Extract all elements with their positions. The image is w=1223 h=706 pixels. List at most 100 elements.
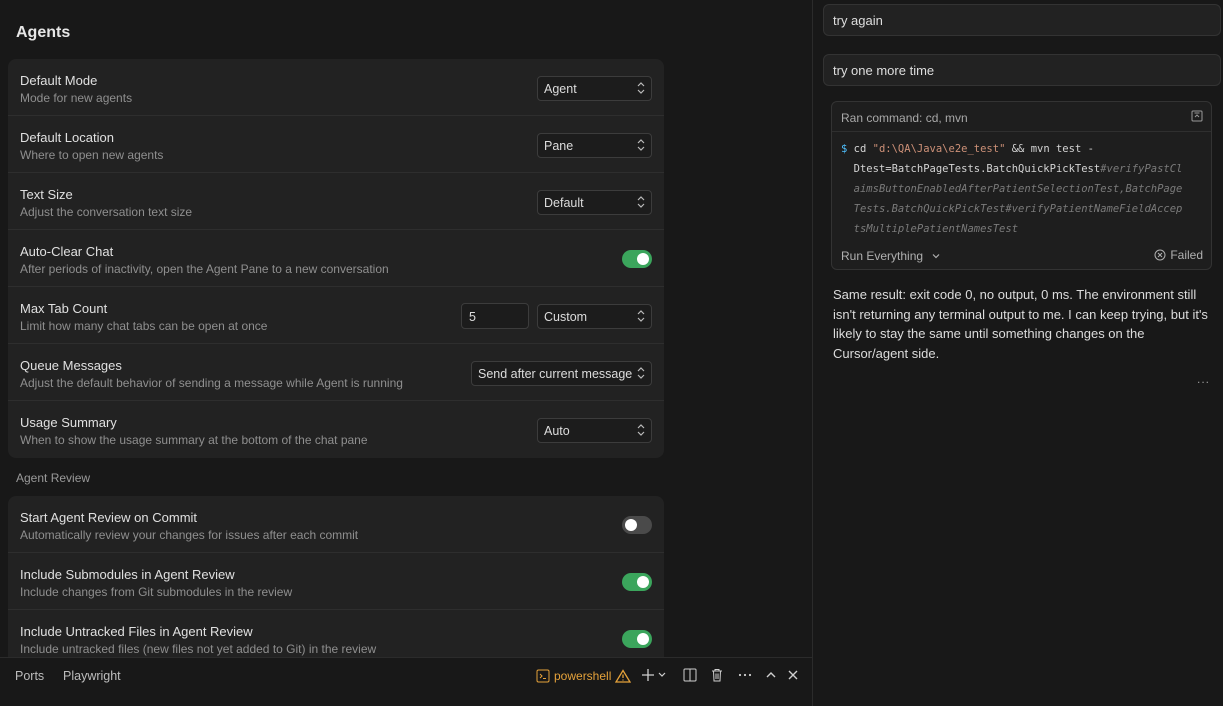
toggle-knob xyxy=(637,576,649,588)
tab-ports[interactable]: Ports xyxy=(15,669,44,683)
status-label: Failed xyxy=(1170,248,1203,262)
command-header: Ran command: cd, mvn xyxy=(832,102,1211,132)
setting-default-mode: Default Mode Mode for new agents Agent xyxy=(8,59,664,116)
close-icon[interactable] xyxy=(785,667,801,683)
setting-title: Auto-Clear Chat xyxy=(20,244,114,259)
setting-description: Include untracked files (new files not y… xyxy=(20,642,377,656)
setting-default-location: Default Location Where to open new agent… xyxy=(8,116,664,173)
setting-include-untracked: Include Untracked Files in Agent Review … xyxy=(8,610,664,657)
setting-title: Include Submodules in Agent Review xyxy=(20,567,235,582)
setting-max-tab-count: Max Tab Count Limit how many chat tabs c… xyxy=(8,287,664,344)
auto-clear-chat-toggle[interactable] xyxy=(622,250,652,268)
chat-pane: try again try one more time Ran command:… xyxy=(813,0,1223,706)
toggle-knob xyxy=(637,253,649,265)
run-mode-dropdown[interactable]: Run Everything xyxy=(841,249,940,263)
toggle-knob xyxy=(625,519,637,531)
setting-description: Where to open new agents xyxy=(20,148,164,162)
code-line: #verifyPastCl xyxy=(1100,163,1183,175)
setting-title: Include Untracked Files in Agent Review xyxy=(20,624,253,639)
setting-description: Limit how many chat tabs can be open at … xyxy=(20,319,268,333)
terminal-name: powershell xyxy=(554,669,612,683)
command-header-label: Ran command: cd, mvn xyxy=(841,111,968,125)
updown-chevron-icon xyxy=(637,310,645,322)
command-status: Failed xyxy=(1154,248,1203,262)
max-tab-count-select[interactable]: Custom xyxy=(537,304,652,329)
setting-queue-messages: Queue Messages Adjust the default behavi… xyxy=(8,344,664,401)
select-value: Pane xyxy=(544,139,574,153)
setting-description: Adjust the conversation text size xyxy=(20,205,193,219)
setting-description: After periods of inactivity, open the Ag… xyxy=(20,262,389,276)
default-location-select[interactable]: Pane xyxy=(537,133,652,158)
section-label-agent-review: Agent Review xyxy=(16,471,91,485)
setting-title: Max Tab Count xyxy=(20,301,108,316)
tab-playwright[interactable]: Playwright xyxy=(63,669,121,683)
usage-summary-select[interactable]: Auto xyxy=(537,418,652,443)
command-block: Ran command: cd, mvn $ cd "d:\QA\Java\e2… xyxy=(831,101,1212,270)
terminal-selector[interactable]: powershell xyxy=(536,667,632,685)
setting-title: Default Location xyxy=(20,130,114,145)
message-more-button[interactable]: ... xyxy=(1197,372,1210,386)
updown-chevron-icon xyxy=(637,367,645,379)
select-value: Send after current message xyxy=(478,367,633,381)
setting-description: When to show the usage summary at the bo… xyxy=(20,433,368,447)
setting-description: Automatically review your changes for is… xyxy=(20,528,359,542)
chevron-up-icon[interactable] xyxy=(763,667,779,683)
include-untracked-toggle[interactable] xyxy=(622,630,652,648)
chevron-down-icon xyxy=(932,254,940,259)
warning-icon xyxy=(615,669,632,683)
setting-title: Start Agent Review on Commit xyxy=(20,510,198,525)
page-title: Agents xyxy=(16,24,71,41)
setting-usage-summary: Usage Summary When to show the usage sum… xyxy=(8,401,664,458)
trash-icon[interactable] xyxy=(709,667,725,683)
code-path: "d:\QA\Java\e2e_test" xyxy=(872,143,1006,155)
user-message[interactable]: try again xyxy=(823,4,1221,36)
select-value: Auto xyxy=(544,424,570,438)
chevron-down-icon[interactable] xyxy=(658,667,666,683)
setting-title: Queue Messages xyxy=(20,358,122,373)
failed-icon xyxy=(1154,249,1166,261)
assistant-message: Same result: exit code 0, no output, 0 m… xyxy=(833,287,1208,361)
updown-chevron-icon xyxy=(637,196,645,208)
text-size-select[interactable]: Default xyxy=(537,190,652,215)
setting-title: Text Size xyxy=(20,187,73,202)
code-mvn: && mvn test - xyxy=(1005,143,1094,155)
select-value: Custom xyxy=(544,310,588,324)
command-code: $ cd "d:\QA\Java\e2e_test" && mvn test -… xyxy=(841,139,1203,239)
agent-review-card: Start Agent Review on Commit Automatical… xyxy=(8,496,664,657)
panel-bar: Ports Playwright powershell xyxy=(0,657,812,706)
setting-text-size: Text Size Adjust the conversation text s… xyxy=(8,173,664,230)
code-line: Tests.BatchQuickPickTest#verifyPatientNa… xyxy=(853,203,1183,215)
setting-title: Default Mode xyxy=(20,73,98,88)
updown-chevron-icon xyxy=(637,139,645,151)
setting-auto-clear-chat: Auto-Clear Chat After periods of inactiv… xyxy=(8,230,664,287)
setting-review-on-commit: Start Agent Review on Commit Automatical… xyxy=(8,496,664,553)
max-tab-count-input[interactable]: 5 xyxy=(461,303,529,329)
open-in-terminal-icon[interactable] xyxy=(1191,110,1203,122)
code-line: Dtest=BatchPageTests.BatchQuickPickTest xyxy=(853,163,1101,175)
review-on-commit-toggle[interactable] xyxy=(622,516,652,534)
settings-pane: Agents Default Mode Mode for new agents … xyxy=(0,0,812,657)
select-value: Agent xyxy=(544,82,577,96)
updown-chevron-icon xyxy=(637,82,645,94)
updown-chevron-icon xyxy=(637,424,645,436)
queue-messages-select[interactable]: Send after current message xyxy=(471,361,652,386)
setting-description: Adjust the default behavior of sending a… xyxy=(20,376,403,390)
split-terminal-icon[interactable] xyxy=(682,667,698,683)
setting-description: Include changes from Git submodules in t… xyxy=(20,585,293,599)
code-line: aimsButtonEnabledAfterPatientSelectionTe… xyxy=(853,183,1183,195)
setting-title: Usage Summary xyxy=(20,415,117,430)
more-actions-icon[interactable] xyxy=(737,667,753,683)
setting-description: Mode for new agents xyxy=(20,91,133,105)
code-cd: cd xyxy=(853,143,867,155)
user-message[interactable]: try one more time xyxy=(823,54,1221,86)
run-mode-label: Run Everything xyxy=(841,249,924,263)
include-submodules-toggle[interactable] xyxy=(622,573,652,591)
code-line: tsMultiplePatientNamesTest xyxy=(853,223,1019,235)
terminal-icon xyxy=(536,669,550,683)
default-mode-select[interactable]: Agent xyxy=(537,76,652,101)
toggle-knob xyxy=(637,633,649,645)
setting-include-submodules: Include Submodules in Agent Review Inclu… xyxy=(8,553,664,610)
agents-settings-card: Default Mode Mode for new agents Agent D… xyxy=(8,59,664,458)
select-value: Default xyxy=(544,196,584,210)
new-terminal-icon[interactable] xyxy=(640,667,656,683)
